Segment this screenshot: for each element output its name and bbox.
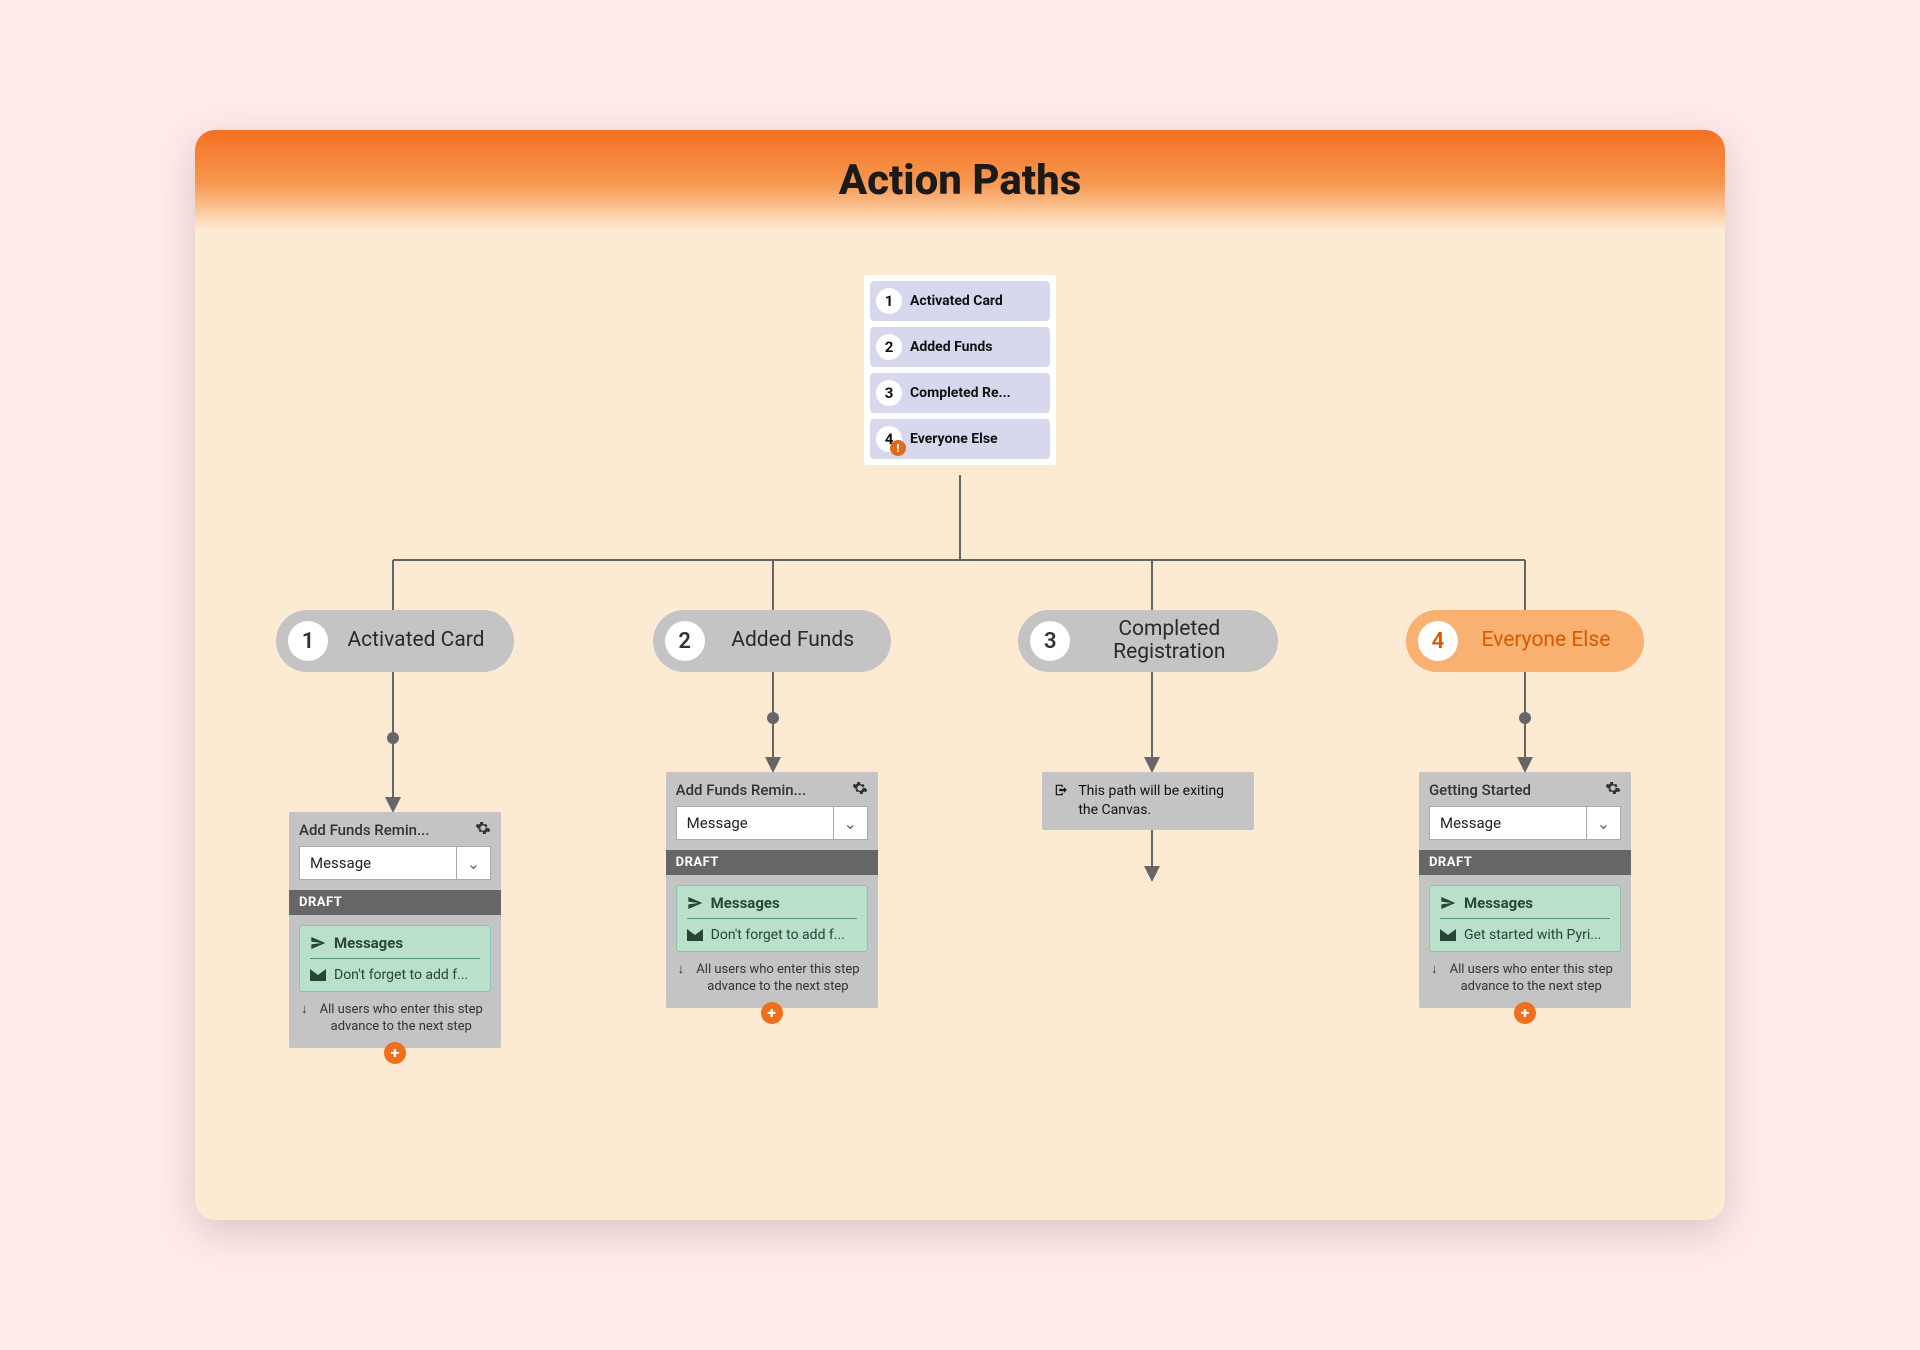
message-preview: Get started with Pyri...: [1440, 919, 1610, 943]
pill-label: Everyone Else: [1472, 629, 1620, 652]
exit-icon: [1054, 782, 1068, 802]
message-block[interactable]: Messages Don't forget to add f...: [676, 885, 868, 952]
chevron-down-icon: ⌄: [833, 807, 867, 839]
path-pill-added-funds[interactable]: 2 Added Funds: [653, 610, 891, 672]
panel-title: Action Paths: [839, 156, 1082, 205]
chevron-down-icon: ⌄: [1586, 807, 1620, 839]
source-label-1: Activated Card: [910, 293, 1003, 309]
exit-text: This path will be exiting the Canvas.: [1078, 782, 1242, 820]
arrow-down-icon: ↓: [1431, 962, 1438, 996]
chevron-down-icon: ⌄: [456, 847, 490, 879]
send-icon: [687, 895, 703, 911]
messages-header: Messages: [687, 894, 857, 919]
paths-row: 1 Activated Card Add Funds Remin... Mess…: [195, 610, 1725, 1064]
message-block[interactable]: Messages Don't forget to add f...: [299, 925, 491, 992]
gear-icon[interactable]: [1605, 780, 1621, 800]
draft-bar: DRAFT: [1419, 850, 1631, 875]
send-icon: [310, 935, 326, 951]
source-row-2[interactable]: 2 Added Funds: [870, 327, 1050, 367]
path-column-3: 3 Completed Registration This path will …: [1018, 610, 1278, 1064]
step-card-1[interactable]: Add Funds Remin... Message ⌄ DRAFT Mess: [289, 812, 501, 1048]
warning-icon: !: [890, 440, 906, 456]
advance-note: ↓ All users who enter this step advance …: [666, 962, 878, 1008]
card-head: Add Funds Remin...: [666, 772, 878, 806]
step-type-select[interactable]: Message ⌄: [676, 806, 868, 840]
arrow-down-icon: ↓: [678, 962, 685, 996]
path-pill-completed-registration[interactable]: 3 Completed Registration: [1018, 610, 1278, 672]
card-head: Getting Started: [1419, 772, 1631, 806]
panel-header: Action Paths: [195, 130, 1725, 230]
source-num-3: 3: [876, 380, 902, 406]
mail-icon: [1440, 929, 1456, 941]
path-column-2: 2 Added Funds Add Funds Remin... Message…: [642, 610, 902, 1064]
arrow-down-icon: ↓: [301, 1002, 308, 1036]
path-column-4: 4 Everyone Else Getting Started Message …: [1395, 610, 1655, 1064]
pill-label: Added Funds: [719, 629, 867, 652]
advance-note: ↓ All users who enter this step advance …: [289, 1002, 501, 1048]
step-type-select[interactable]: Message ⌄: [299, 846, 491, 880]
gear-icon[interactable]: [852, 780, 868, 800]
source-label-3: Completed Re...: [910, 385, 1011, 401]
message-preview: Don't forget to add f...: [687, 919, 857, 943]
path-pill-everyone-else[interactable]: 4 Everyone Else: [1406, 610, 1644, 672]
message-block[interactable]: Messages Get started with Pyri...: [1429, 885, 1621, 952]
source-row-4[interactable]: 4 ! Everyone Else: [870, 419, 1050, 459]
mail-icon: [687, 929, 703, 941]
source-num-1: 1: [876, 288, 902, 314]
card-head: Add Funds Remin...: [289, 812, 501, 846]
source-row-3[interactable]: 3 Completed Re...: [870, 373, 1050, 413]
step-card-2[interactable]: Add Funds Remin... Message ⌄ DRAFT Mess: [666, 772, 878, 1008]
pill-num: 2: [665, 621, 705, 661]
send-icon: [1440, 895, 1456, 911]
pill-label: Completed Registration: [1084, 618, 1254, 664]
path-column-1: 1 Activated Card Add Funds Remin... Mess…: [265, 610, 525, 1064]
draft-bar: DRAFT: [289, 890, 501, 915]
step-type-select[interactable]: Message ⌄: [1429, 806, 1621, 840]
path-pill-activated-card[interactable]: 1 Activated Card: [276, 610, 514, 672]
gear-icon[interactable]: [475, 820, 491, 840]
action-paths-panel: Action Paths: [195, 130, 1725, 1220]
card-title: Add Funds Remin...: [676, 781, 807, 799]
advance-note: ↓ All users who enter this step advance …: [1419, 962, 1631, 1008]
source-row-1[interactable]: 1 Activated Card: [870, 281, 1050, 321]
draft-bar: DRAFT: [666, 850, 878, 875]
messages-header: Messages: [310, 934, 480, 959]
source-num-4: 4 !: [876, 426, 902, 452]
canvas: 1 Activated Card 2 Added Funds 3 Complet…: [195, 230, 1725, 1220]
pill-num: 4: [1418, 621, 1458, 661]
source-num-2: 2: [876, 334, 902, 360]
card-title: Getting Started: [1429, 781, 1531, 799]
select-value: Message: [1430, 814, 1586, 832]
pill-label: Activated Card: [342, 629, 490, 652]
select-value: Message: [677, 814, 833, 832]
exit-card[interactable]: This path will be exiting the Canvas.: [1042, 772, 1254, 830]
mail-icon: [310, 969, 326, 981]
source-node[interactable]: 1 Activated Card 2 Added Funds 3 Complet…: [864, 275, 1056, 465]
pill-num: 3: [1030, 621, 1070, 661]
card-title: Add Funds Remin...: [299, 821, 430, 839]
add-step-button[interactable]: +: [384, 1042, 406, 1064]
step-card-4[interactable]: Getting Started Message ⌄ DRAFT Message: [1419, 772, 1631, 1008]
add-step-button[interactable]: +: [1514, 1002, 1536, 1024]
add-step-button[interactable]: +: [761, 1002, 783, 1024]
messages-header: Messages: [1440, 894, 1610, 919]
source-label-4: Everyone Else: [910, 431, 998, 447]
select-value: Message: [300, 854, 456, 872]
pill-num: 1: [288, 621, 328, 661]
message-preview: Don't forget to add f...: [310, 959, 480, 983]
source-label-2: Added Funds: [910, 339, 992, 355]
